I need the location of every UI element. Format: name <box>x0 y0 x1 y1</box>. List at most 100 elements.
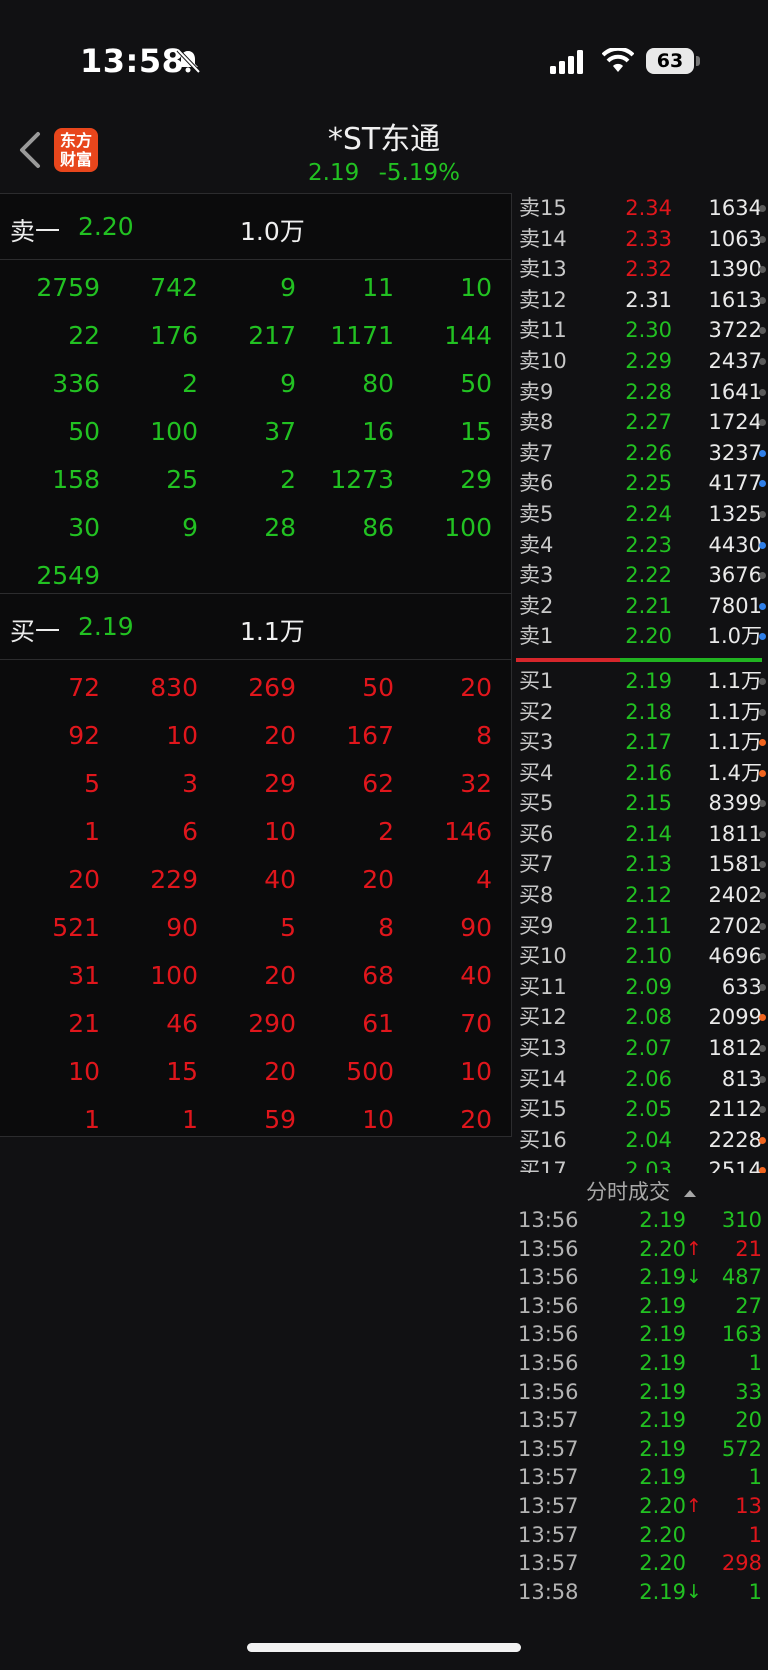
buy-queue-row: 10 15 20 500 10 <box>0 1047 500 1095</box>
trade-time: 13:56 <box>518 1208 579 1232</box>
ask-level-row[interactable]: 卖11 2.30 3722 <box>514 315 768 346</box>
trade-volume: 163 <box>721 1322 762 1347</box>
bid-level-row[interactable]: 买3 2.17 1.1万 <box>514 727 768 758</box>
bid-levels: 买1 2.19 1.1万 买2 2.18 1.1万 买3 2.17 1.1万 买4 2.16 1.4万… <box>514 666 768 1173</box>
ask-level-label: 卖4 <box>519 532 554 557</box>
ask-level-row[interactable]: 卖4 2.23 4430 <box>514 530 768 561</box>
trade-time: 13:58 <box>518 1579 579 1604</box>
sell-queue-cell: 176 <box>150 320 198 350</box>
buy-queue-cell: 3 <box>182 768 198 798</box>
bid-level-row[interactable]: 买14 2.06 813 <box>514 1064 768 1095</box>
ask-level-volume: 3237 <box>708 440 762 465</box>
ask-level-row[interactable]: 卖15 2.34 1634 <box>514 193 768 224</box>
sell-queue-cell: 9 <box>280 368 296 398</box>
ask-level-row[interactable]: 卖13 2.32 1390 <box>514 254 768 285</box>
ask-level-row[interactable]: 卖5 2.24 1325 <box>514 499 768 530</box>
buy-queue-cell: 20 <box>264 1056 296 1086</box>
trade-volume: 1 <box>748 1350 762 1375</box>
bid-level-row[interactable]: 买6 2.14 1811 <box>514 819 768 850</box>
bid-level-row[interactable]: 买8 2.12 2402 <box>514 880 768 911</box>
bid-level-row[interactable]: 买16 2.04 2228 <box>514 1125 768 1156</box>
order-queue-panel: 卖一 2.20 1.0万 2759 742 9 11 10 22 176 217 1171 144… <box>0 193 512 1137</box>
bid-level-label: 买2 <box>519 699 554 724</box>
bid-level-row[interactable]: 买10 2.10 4696 <box>514 941 768 972</box>
order-dot-icon <box>759 327 766 335</box>
ask-level-volume: 1063 <box>708 226 762 251</box>
time-sales-list[interactable]: 13:56 2.19 310 13:56 2.20 ↑ 21 13:56 2.19 ↓ 487 13:… <box>514 1206 768 1606</box>
trade-time: 13:57 <box>518 1465 579 1490</box>
bid-level-volume: 8399 <box>708 791 762 816</box>
ask-level-row[interactable]: 卖6 2.25 4177 <box>514 468 768 499</box>
bid-level-row[interactable]: 买15 2.05 2112 <box>514 1094 768 1125</box>
status-time: 13:58 <box>80 42 185 80</box>
bid-level-price: 2.13 <box>625 852 672 877</box>
ask-level-row[interactable]: 卖1 2.20 1.0万 <box>514 621 768 652</box>
ask-level-row[interactable]: 卖8 2.27 1724 <box>514 407 768 438</box>
bid-level-volume: 2402 <box>708 883 762 908</box>
buy-queue-cell: 68 <box>362 960 394 990</box>
buy-queue-cell: 50 <box>362 672 394 702</box>
bid-level-row[interactable]: 买5 2.15 8399 <box>514 788 768 819</box>
bid-level-volume: 2228 <box>708 1127 762 1152</box>
buy-queue-cell: 5 <box>84 768 100 798</box>
ask-level-volume: 1634 <box>708 196 762 220</box>
sell-queue-cell: 2759 <box>36 272 100 302</box>
order-book[interactable]: 卖15 2.34 1634 卖14 2.33 1063 卖13 2.32 1390 卖12 2.31… <box>514 193 768 1173</box>
time-sales-title: 分时成交 <box>586 1180 670 1204</box>
ask-level-volume: 4177 <box>708 471 762 496</box>
sell-queue-cell: 29 <box>460 464 492 494</box>
bid-level-row[interactable]: 买9 2.11 2702 <box>514 911 768 942</box>
ask-level-row[interactable]: 卖9 2.28 1641 <box>514 377 768 408</box>
order-dot-icon <box>759 677 766 685</box>
bid-level-label: 买7 <box>519 852 554 877</box>
cellular-signal-icon <box>550 50 583 74</box>
bid-level-label: 买5 <box>519 791 554 816</box>
buy-queue-row: 92 10 20 167 8 <box>0 711 500 759</box>
buy-queue-row: 72 830 269 50 20 <box>0 663 500 711</box>
home-indicator[interactable] <box>247 1643 521 1652</box>
sell-queue-cell: 100 <box>444 512 492 542</box>
buy-queue-cell: 8 <box>476 720 492 750</box>
bid-level-row[interactable]: 买17 2.03 2514 <box>514 1155 768 1173</box>
ask-level-label: 卖2 <box>519 593 554 618</box>
sell-queue-cell: 50 <box>460 368 492 398</box>
buy-queue-cell: 5 <box>280 912 296 942</box>
ask-level-row[interactable]: 卖14 2.33 1063 <box>514 224 768 255</box>
time-sales-header[interactable]: 分时成交 <box>514 1175 768 1209</box>
sell-queue-label: 卖一 <box>10 217 61 246</box>
trade-price: 2.19 <box>639 1436 686 1461</box>
ask-level-row[interactable]: 卖3 2.22 3676 <box>514 560 768 591</box>
trade-time: 13:57 <box>518 1522 579 1547</box>
ask-level-label: 卖5 <box>519 501 554 526</box>
ask-level-label: 卖7 <box>519 440 554 465</box>
bid-level-row[interactable]: 买7 2.13 1581 <box>514 849 768 880</box>
bid-level-row[interactable]: 买1 2.19 1.1万 <box>514 666 768 697</box>
sell-queue-cell: 100 <box>150 416 198 446</box>
buy-queue-cell: 20 <box>264 720 296 750</box>
bid-level-row[interactable]: 买2 2.18 1.1万 <box>514 697 768 728</box>
bid-level-row[interactable]: 买12 2.08 2099 <box>514 1002 768 1033</box>
bid-level-label: 买12 <box>519 1005 567 1030</box>
bid-level-row[interactable]: 买13 2.07 1812 <box>514 1033 768 1064</box>
sell-queue-cell: 742 <box>150 272 198 302</box>
order-dot-icon <box>759 1106 766 1114</box>
ask-level-row[interactable]: 卖12 2.31 1613 <box>514 285 768 316</box>
ask-level-row[interactable]: 卖7 2.26 3237 <box>514 438 768 469</box>
ask-level-row[interactable]: 卖2 2.21 7801 <box>514 591 768 622</box>
battery-indicator: 63 <box>646 48 694 74</box>
ask-levels: 卖15 2.34 1634 卖14 2.33 1063 卖13 2.32 1390 卖12 2.31… <box>514 193 768 652</box>
bid-level-volume: 2702 <box>708 913 762 938</box>
order-dot-icon <box>759 419 766 427</box>
ask-level-volume: 1390 <box>708 257 762 282</box>
trade-time: 13:56 <box>518 1350 579 1375</box>
bid-level-price: 2.16 <box>625 760 672 785</box>
trade-price: 2.19 <box>639 1350 686 1375</box>
buy-queue-cell: 6 <box>182 816 198 846</box>
ask-level-row[interactable]: 卖10 2.29 2437 <box>514 346 768 377</box>
buy-queue-cell: 21 <box>68 1008 100 1038</box>
bid-level-row[interactable]: 买4 2.16 1.4万 <box>514 758 768 789</box>
ask-level-price: 2.32 <box>625 257 672 282</box>
sell-queue-cell: 86 <box>362 512 394 542</box>
order-dot-icon <box>759 983 766 991</box>
bid-level-row[interactable]: 买11 2.09 633 <box>514 972 768 1003</box>
